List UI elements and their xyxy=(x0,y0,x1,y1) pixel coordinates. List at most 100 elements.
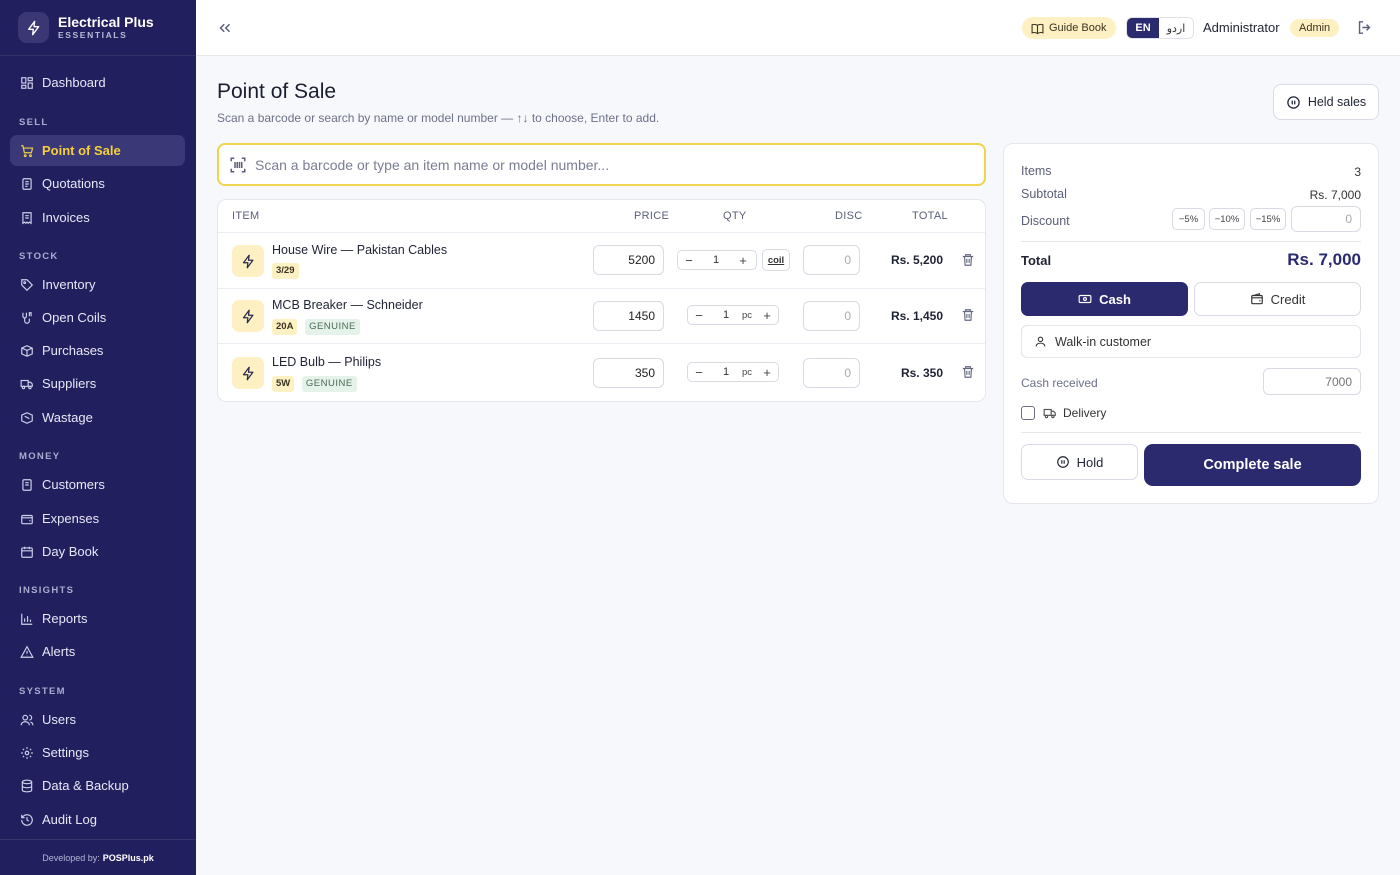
sidebar-item-customers[interactable]: Customers xyxy=(10,469,185,500)
genuine-tag: GENUINE xyxy=(301,376,357,392)
sidebar-item-wastage[interactable]: Wastage xyxy=(10,402,185,433)
wallet-icon xyxy=(21,514,33,524)
discount-5-button[interactable]: −5% xyxy=(1172,208,1205,230)
item-spec-tag: 3/29 xyxy=(272,263,299,279)
nav-section-sell: SELL xyxy=(19,117,49,128)
delivery-checkbox[interactable] xyxy=(1021,406,1035,420)
sidebar-item-alerts[interactable]: Alerts xyxy=(10,636,185,667)
lang-ur-button[interactable]: اردو xyxy=(1159,18,1193,38)
items-label: Items xyxy=(1021,164,1052,178)
increment-button[interactable]: + xyxy=(756,365,778,380)
nav-section-money: MONEY xyxy=(19,451,61,462)
item-tags: 3/29 xyxy=(272,261,303,279)
sidebar-item-label: Quotations xyxy=(42,176,105,191)
item-tags: 20A GENUINE xyxy=(272,317,364,335)
quantity-value[interactable]: 1 xyxy=(710,366,742,378)
cash-payment-button[interactable]: Cash xyxy=(1021,282,1188,316)
sidebar-item-audit-log[interactable]: Audit Log xyxy=(10,804,185,835)
header-total: TOTAL xyxy=(912,210,948,222)
unit-label: pc xyxy=(742,309,753,321)
cash-received-input[interactable] xyxy=(1263,368,1361,395)
sidebar-item-expenses[interactable]: Expenses xyxy=(10,503,185,534)
discount-10-button[interactable]: −10% xyxy=(1209,208,1245,230)
discount-input[interactable] xyxy=(803,245,860,275)
discount-amount-input[interactable] xyxy=(1291,206,1361,232)
order-summary: Items 3 Subtotal Rs. 7,000 Discount −5% … xyxy=(1003,143,1379,504)
cash-label: Cash xyxy=(1099,291,1131,307)
guide-book-button[interactable]: Guide Book xyxy=(1022,17,1117,39)
sidebar-item-purchases[interactable]: Purchases xyxy=(10,335,185,366)
sidebar-item-data-backup[interactable]: Data & Backup xyxy=(10,770,185,801)
sidebar-item-label: Data & Backup xyxy=(42,778,129,793)
held-sales-button[interactable]: Held sales xyxy=(1273,84,1379,120)
trash-icon[interactable] xyxy=(961,308,975,322)
sidebar-item-inventory[interactable]: Inventory xyxy=(10,269,185,300)
delivery-option[interactable]: Delivery xyxy=(1021,406,1106,420)
search-input[interactable] xyxy=(255,156,955,173)
receipt-icon xyxy=(22,211,32,224)
item-name: House Wire — Pakistan Cables xyxy=(272,243,448,257)
sidebar-item-users[interactable]: Users xyxy=(10,704,185,735)
price-input[interactable] xyxy=(593,301,664,331)
bolt-icon xyxy=(18,12,49,43)
document-icon xyxy=(22,177,32,190)
users-icon xyxy=(20,714,34,725)
guide-book-label: Guide Book xyxy=(1049,22,1107,34)
discount-15-button[interactable]: −15% xyxy=(1250,208,1286,230)
discount-input[interactable] xyxy=(803,301,860,331)
complete-sale-button[interactable]: Complete sale xyxy=(1144,444,1361,486)
lang-en-button[interactable]: EN xyxy=(1127,18,1159,38)
quantity-stepper: − 1 pc + xyxy=(687,305,779,325)
sidebar-item-suppliers[interactable]: Suppliers xyxy=(10,368,185,399)
wallet-icon xyxy=(1250,292,1263,305)
user-name: Administrator xyxy=(1203,20,1280,35)
logout-icon[interactable] xyxy=(1356,19,1373,36)
unit-selector[interactable]: coil xyxy=(762,249,790,271)
sidebar: Electrical Plus ESSENTIALS Dashboard SEL… xyxy=(0,0,196,875)
cash-received-label: Cash received xyxy=(1021,376,1098,390)
customer-name: Walk-in customer xyxy=(1055,334,1152,349)
price-input[interactable] xyxy=(593,358,664,388)
user-icon xyxy=(1035,336,1046,347)
total-value: Rs. 7,000 xyxy=(1287,250,1361,269)
credit-payment-button[interactable]: Credit xyxy=(1194,282,1361,316)
sidebar-item-settings[interactable]: Settings xyxy=(10,737,185,768)
increment-button[interactable]: + xyxy=(756,308,778,323)
top-bar: Guide Book EN اردو Administrator Admin xyxy=(196,0,1400,56)
decrement-button[interactable]: − xyxy=(688,365,710,380)
row-total: Rs. 1,450 xyxy=(890,309,943,323)
sidebar-item-day-book[interactable]: Day Book xyxy=(10,536,185,567)
sidebar-item-label: Audit Log xyxy=(42,812,97,827)
collapse-sidebar-icon[interactable] xyxy=(216,19,234,37)
box-icon xyxy=(21,411,33,424)
trash-icon[interactable] xyxy=(961,253,975,267)
hold-button[interactable]: Hold xyxy=(1021,444,1138,480)
sidebar-item-quotations[interactable]: Quotations xyxy=(10,168,185,199)
hold-label: Hold xyxy=(1076,454,1104,470)
quantity-value[interactable]: 1 xyxy=(710,309,742,321)
decrement-button[interactable]: − xyxy=(688,308,710,323)
cart-table: ITEM PRICE QTY DISC TOTAL House Wire — P… xyxy=(217,199,986,402)
credit-label: Credit xyxy=(1270,291,1306,307)
brand-subtitle: ESSENTIALS xyxy=(58,30,128,40)
decrement-button[interactable]: − xyxy=(678,253,700,268)
discount-input[interactable] xyxy=(803,358,860,388)
trash-icon[interactable] xyxy=(961,365,975,379)
customer-selector[interactable]: Walk-in customer xyxy=(1021,325,1361,358)
sidebar-item-pos[interactable]: Point of Sale xyxy=(10,135,185,166)
price-input[interactable] xyxy=(593,245,664,275)
header-qty: QTY xyxy=(723,210,747,222)
sidebar-item-open-coils[interactable]: Open Coils xyxy=(10,302,185,333)
sidebar-item-invoices[interactable]: Invoices xyxy=(10,202,185,233)
barcode-scan-icon xyxy=(230,157,246,172)
quantity-value[interactable]: 1 xyxy=(700,254,732,266)
sidebar-item-reports[interactable]: Reports xyxy=(10,603,185,634)
nav-section-system: SYSTEM xyxy=(19,686,66,697)
cable-icon xyxy=(22,311,32,324)
pause-icon xyxy=(1287,95,1300,109)
item-name: MCB Breaker — Schneider xyxy=(272,298,423,312)
gear-icon xyxy=(21,746,33,759)
increment-button[interactable]: + xyxy=(732,253,754,268)
footer-brand: POSPlus.pk xyxy=(102,852,154,863)
sidebar-item-dashboard[interactable]: Dashboard xyxy=(10,67,185,98)
